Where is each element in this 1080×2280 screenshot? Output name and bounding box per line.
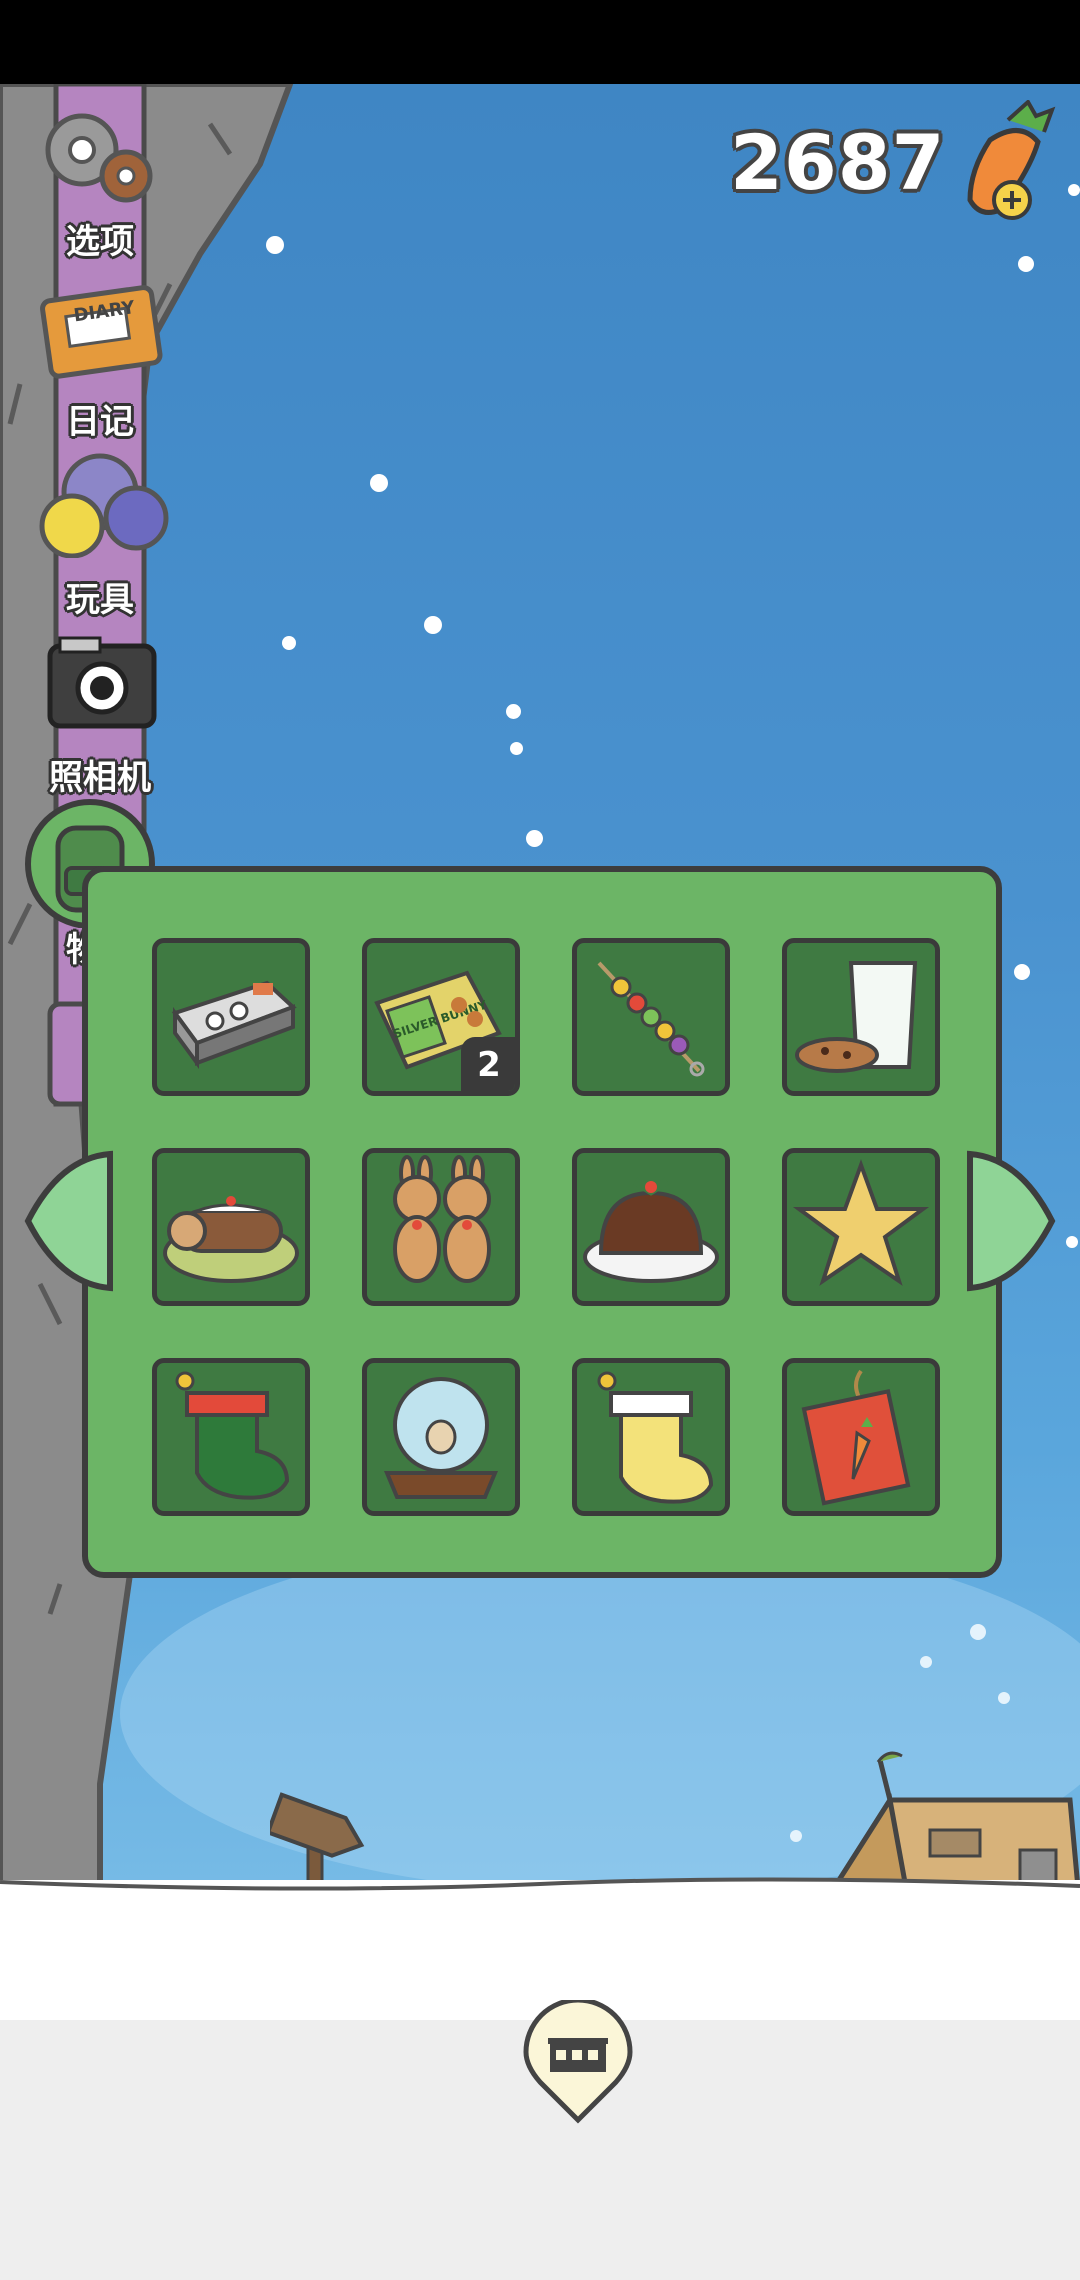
camera-icon (47, 636, 157, 729)
pudding-icon (583, 1177, 719, 1283)
slot-carrot-red-envelope[interactable] (782, 1358, 940, 1516)
balls-icon (39, 453, 169, 558)
ground-edge (0, 1877, 1080, 1891)
sushi-box-icon (171, 980, 297, 1070)
carrot-count: 2687 (730, 118, 946, 207)
add-carrot-button[interactable] (950, 98, 1060, 230)
slot-yellow-stocking[interactable] (572, 1358, 730, 1516)
slot-veggie-skewer[interactable] (572, 938, 730, 1096)
slot-milk-and-cookies[interactable] (782, 938, 940, 1096)
gear-icon (45, 113, 153, 203)
slot-yule-log-cake[interactable] (152, 1148, 310, 1306)
menu-toys[interactable]: 玩具 (20, 448, 180, 620)
slot-gingerbread-bunnies[interactable] (362, 1148, 520, 1306)
menu-options-label: 选项 (66, 222, 134, 262)
snow-ground-top (0, 1880, 1080, 2020)
snow-globe-icon (384, 1377, 498, 1499)
slot-green-red-stocking[interactable] (152, 1358, 310, 1516)
stocking-icon (175, 1371, 290, 1500)
menu-options[interactable]: 选项 (20, 96, 180, 266)
red-envelope-icon (801, 1369, 911, 1506)
star-icon (792, 1159, 930, 1286)
yellow-stocking-icon (597, 1371, 714, 1504)
menu-toys-label: 玩具 (66, 580, 134, 620)
slot-gold-star-topper[interactable] (782, 1148, 940, 1306)
slot-christmas-pudding[interactable] (572, 1148, 730, 1306)
slot-sushi-box[interactable] (152, 938, 310, 1096)
inventory-panel: SILVER BUNNY 2 (82, 866, 1002, 1578)
carrot-plus-icon (967, 98, 1056, 220)
yule-log-icon (163, 1196, 299, 1283)
diary-icon: DIARY (40, 285, 163, 379)
home-button[interactable] (520, 1997, 636, 2126)
menu-camera-label: 照相机 (49, 758, 151, 798)
slot-bunny-snow-globe[interactable] (362, 1358, 520, 1516)
skewer-icon (597, 961, 705, 1077)
next-page-arrow[interactable] (960, 1148, 1060, 1294)
milk-cookies-icon (795, 961, 918, 1073)
menu-camera[interactable]: 照相机 (20, 626, 180, 798)
prev-page-arrow[interactable] (20, 1148, 120, 1294)
status-bar (0, 0, 1080, 84)
item-count-badge: 2 (461, 1037, 515, 1091)
menu-diary-label: 日记 (66, 402, 134, 442)
house-pin-icon (523, 1997, 633, 2124)
slot-silver-bunny-candy-box[interactable]: SILVER BUNNY 2 (362, 938, 520, 1096)
menu-diary[interactable]: DIARY 日记 (20, 270, 180, 442)
gingerbread-bunnies-icon (393, 1155, 491, 1283)
